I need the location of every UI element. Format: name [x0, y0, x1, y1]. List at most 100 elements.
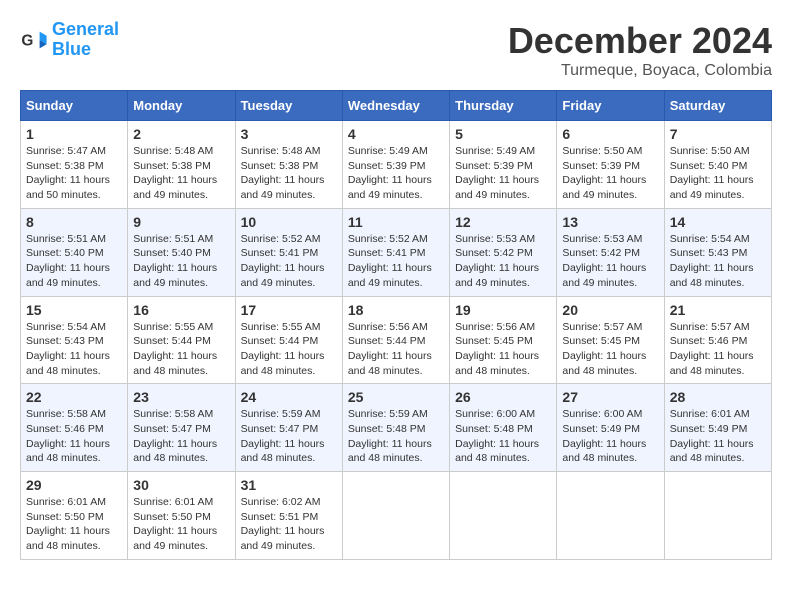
calendar-body: 1 Sunrise: 5:47 AM Sunset: 5:38 PM Dayli… [21, 121, 772, 560]
page-header: G General Blue December 2024 Turmeque, B… [20, 20, 772, 80]
day-info: Sunrise: 5:57 AM Sunset: 5:45 PM Dayligh… [562, 320, 658, 379]
calendar-week-row: 8 Sunrise: 5:51 AM Sunset: 5:40 PM Dayli… [21, 208, 772, 296]
day-number: 28 [670, 389, 766, 405]
day-info: Sunrise: 6:01 AM Sunset: 5:50 PM Dayligh… [26, 495, 122, 554]
day-number: 20 [562, 302, 658, 318]
logo-icon: G [20, 26, 48, 54]
calendar-week-row: 22 Sunrise: 5:58 AM Sunset: 5:46 PM Dayl… [21, 384, 772, 472]
calendar-week-row: 15 Sunrise: 5:54 AM Sunset: 5:43 PM Dayl… [21, 296, 772, 384]
calendar-cell: 8 Sunrise: 5:51 AM Sunset: 5:40 PM Dayli… [21, 208, 128, 296]
day-info: Sunrise: 5:54 AM Sunset: 5:43 PM Dayligh… [26, 320, 122, 379]
day-info: Sunrise: 5:52 AM Sunset: 5:41 PM Dayligh… [348, 232, 444, 291]
day-info: Sunrise: 5:49 AM Sunset: 5:39 PM Dayligh… [455, 144, 551, 203]
day-number: 26 [455, 389, 551, 405]
calendar-cell: 3 Sunrise: 5:48 AM Sunset: 5:38 PM Dayli… [235, 121, 342, 209]
calendar-cell: 5 Sunrise: 5:49 AM Sunset: 5:39 PM Dayli… [450, 121, 557, 209]
day-number: 9 [133, 214, 229, 230]
calendar-cell: 22 Sunrise: 5:58 AM Sunset: 5:46 PM Dayl… [21, 384, 128, 472]
day-info: Sunrise: 5:55 AM Sunset: 5:44 PM Dayligh… [241, 320, 337, 379]
calendar-cell: 15 Sunrise: 5:54 AM Sunset: 5:43 PM Dayl… [21, 296, 128, 384]
calendar-cell: 31 Sunrise: 6:02 AM Sunset: 5:51 PM Dayl… [235, 472, 342, 560]
logo-text: General Blue [52, 20, 119, 60]
day-info: Sunrise: 6:01 AM Sunset: 5:49 PM Dayligh… [670, 407, 766, 466]
day-number: 15 [26, 302, 122, 318]
day-number: 16 [133, 302, 229, 318]
day-number: 19 [455, 302, 551, 318]
day-number: 29 [26, 477, 122, 493]
calendar-week-row: 1 Sunrise: 5:47 AM Sunset: 5:38 PM Dayli… [21, 121, 772, 209]
calendar-cell: 1 Sunrise: 5:47 AM Sunset: 5:38 PM Dayli… [21, 121, 128, 209]
day-number: 13 [562, 214, 658, 230]
day-number: 12 [455, 214, 551, 230]
day-info: Sunrise: 5:58 AM Sunset: 5:46 PM Dayligh… [26, 407, 122, 466]
title-block: December 2024 Turmeque, Boyaca, Colombia [508, 20, 772, 80]
day-number: 1 [26, 126, 122, 142]
col-monday: Monday [128, 91, 235, 121]
calendar-cell: 16 Sunrise: 5:55 AM Sunset: 5:44 PM Dayl… [128, 296, 235, 384]
day-info: Sunrise: 5:54 AM Sunset: 5:43 PM Dayligh… [670, 232, 766, 291]
day-number: 27 [562, 389, 658, 405]
calendar-cell: 17 Sunrise: 5:55 AM Sunset: 5:44 PM Dayl… [235, 296, 342, 384]
calendar-cell [557, 472, 664, 560]
svg-text:G: G [21, 32, 33, 49]
day-info: Sunrise: 5:51 AM Sunset: 5:40 PM Dayligh… [133, 232, 229, 291]
calendar-cell: 30 Sunrise: 6:01 AM Sunset: 5:50 PM Dayl… [128, 472, 235, 560]
day-info: Sunrise: 5:52 AM Sunset: 5:41 PM Dayligh… [241, 232, 337, 291]
calendar-cell: 21 Sunrise: 5:57 AM Sunset: 5:46 PM Dayl… [664, 296, 771, 384]
calendar-cell [450, 472, 557, 560]
calendar-cell: 19 Sunrise: 5:56 AM Sunset: 5:45 PM Dayl… [450, 296, 557, 384]
day-number: 10 [241, 214, 337, 230]
day-info: Sunrise: 6:02 AM Sunset: 5:51 PM Dayligh… [241, 495, 337, 554]
day-info: Sunrise: 5:51 AM Sunset: 5:40 PM Dayligh… [26, 232, 122, 291]
day-info: Sunrise: 5:48 AM Sunset: 5:38 PM Dayligh… [133, 144, 229, 203]
day-number: 5 [455, 126, 551, 142]
day-number: 23 [133, 389, 229, 405]
day-info: Sunrise: 5:50 AM Sunset: 5:40 PM Dayligh… [670, 144, 766, 203]
calendar-cell: 26 Sunrise: 6:00 AM Sunset: 5:48 PM Dayl… [450, 384, 557, 472]
calendar-cell: 25 Sunrise: 5:59 AM Sunset: 5:48 PM Dayl… [342, 384, 449, 472]
day-number: 8 [26, 214, 122, 230]
day-info: Sunrise: 5:59 AM Sunset: 5:48 PM Dayligh… [348, 407, 444, 466]
day-info: Sunrise: 5:47 AM Sunset: 5:38 PM Dayligh… [26, 144, 122, 203]
calendar-cell: 2 Sunrise: 5:48 AM Sunset: 5:38 PM Dayli… [128, 121, 235, 209]
calendar-header-row: Sunday Monday Tuesday Wednesday Thursday… [21, 91, 772, 121]
calendar-cell: 13 Sunrise: 5:53 AM Sunset: 5:42 PM Dayl… [557, 208, 664, 296]
month-title: December 2024 [508, 20, 772, 62]
calendar-cell: 27 Sunrise: 6:00 AM Sunset: 5:49 PM Dayl… [557, 384, 664, 472]
day-info: Sunrise: 5:50 AM Sunset: 5:39 PM Dayligh… [562, 144, 658, 203]
calendar-cell [664, 472, 771, 560]
day-info: Sunrise: 5:59 AM Sunset: 5:47 PM Dayligh… [241, 407, 337, 466]
calendar-table: Sunday Monday Tuesday Wednesday Thursday… [20, 90, 772, 560]
calendar-cell: 12 Sunrise: 5:53 AM Sunset: 5:42 PM Dayl… [450, 208, 557, 296]
calendar-cell: 10 Sunrise: 5:52 AM Sunset: 5:41 PM Dayl… [235, 208, 342, 296]
day-number: 31 [241, 477, 337, 493]
calendar-cell: 6 Sunrise: 5:50 AM Sunset: 5:39 PM Dayli… [557, 121, 664, 209]
logo: G General Blue [20, 20, 119, 60]
col-sunday: Sunday [21, 91, 128, 121]
col-saturday: Saturday [664, 91, 771, 121]
day-number: 21 [670, 302, 766, 318]
day-info: Sunrise: 5:55 AM Sunset: 5:44 PM Dayligh… [133, 320, 229, 379]
calendar-cell: 28 Sunrise: 6:01 AM Sunset: 5:49 PM Dayl… [664, 384, 771, 472]
calendar-cell: 11 Sunrise: 5:52 AM Sunset: 5:41 PM Dayl… [342, 208, 449, 296]
col-thursday: Thursday [450, 91, 557, 121]
day-number: 11 [348, 214, 444, 230]
day-info: Sunrise: 6:00 AM Sunset: 5:48 PM Dayligh… [455, 407, 551, 466]
calendar-week-row: 29 Sunrise: 6:01 AM Sunset: 5:50 PM Dayl… [21, 472, 772, 560]
calendar-cell [342, 472, 449, 560]
day-number: 17 [241, 302, 337, 318]
day-number: 22 [26, 389, 122, 405]
day-info: Sunrise: 5:57 AM Sunset: 5:46 PM Dayligh… [670, 320, 766, 379]
col-tuesday: Tuesday [235, 91, 342, 121]
col-friday: Friday [557, 91, 664, 121]
col-wednesday: Wednesday [342, 91, 449, 121]
day-number: 2 [133, 126, 229, 142]
calendar-cell: 23 Sunrise: 5:58 AM Sunset: 5:47 PM Dayl… [128, 384, 235, 472]
calendar-cell: 29 Sunrise: 6:01 AM Sunset: 5:50 PM Dayl… [21, 472, 128, 560]
day-number: 24 [241, 389, 337, 405]
day-info: Sunrise: 5:58 AM Sunset: 5:47 PM Dayligh… [133, 407, 229, 466]
day-number: 3 [241, 126, 337, 142]
day-info: Sunrise: 5:53 AM Sunset: 5:42 PM Dayligh… [562, 232, 658, 291]
calendar-cell: 18 Sunrise: 5:56 AM Sunset: 5:44 PM Dayl… [342, 296, 449, 384]
location-subtitle: Turmeque, Boyaca, Colombia [508, 62, 772, 80]
